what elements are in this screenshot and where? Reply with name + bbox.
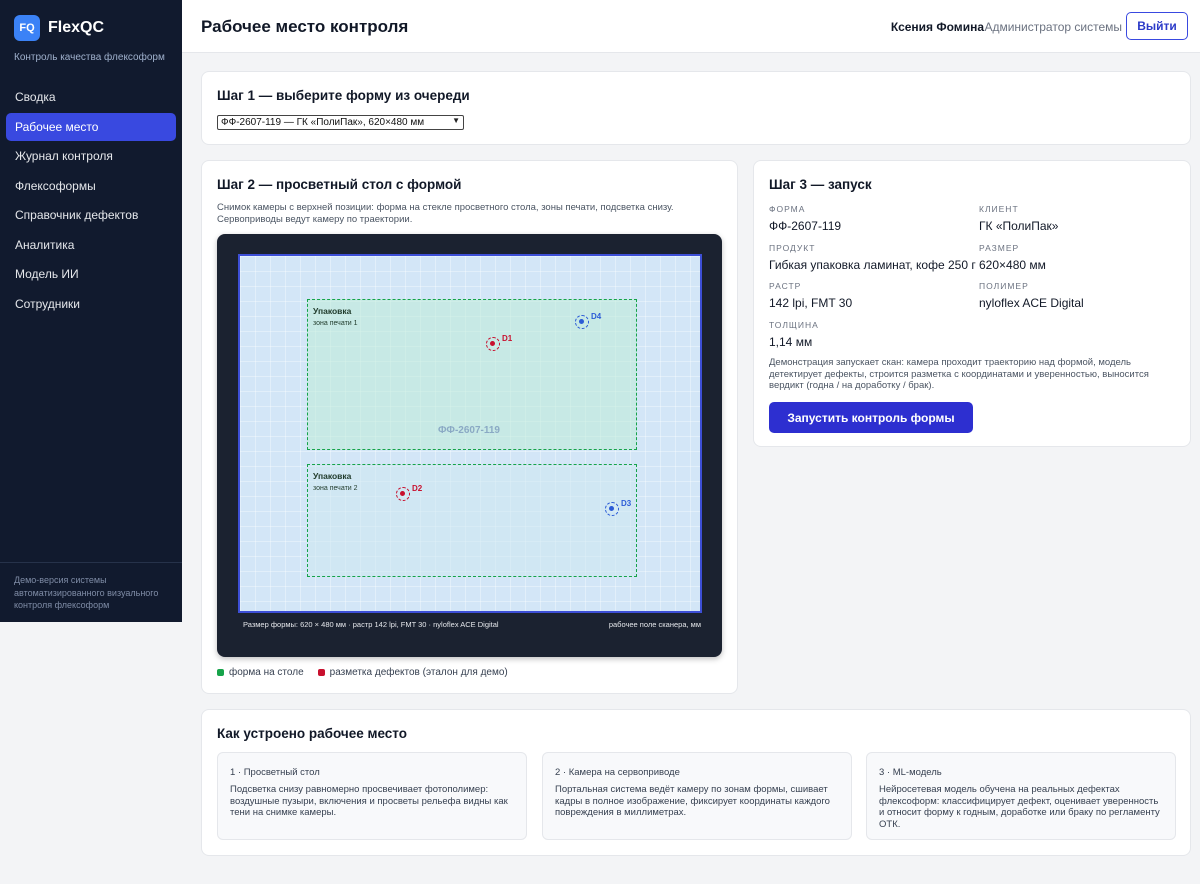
- brand[interactable]: FQ FlexQC: [14, 15, 104, 41]
- legend-swatch-green: [217, 669, 224, 676]
- lightbox-glass: Упаковка зона печати 1 Упаковка зона печ…: [238, 254, 702, 613]
- form-queue-select[interactable]: ФФ-2607-119 — ГК «ПолиПак», 620×480 мм ▼: [217, 115, 464, 130]
- app-name: FlexQC: [48, 19, 105, 36]
- defect-label-d2: D2: [412, 484, 423, 493]
- app-subtitle: Контроль качества флексоформ: [14, 52, 165, 63]
- sidebar-item-analytics[interactable]: Аналитика: [6, 231, 176, 259]
- sidebar-item-ai-model[interactable]: Модель ИИ: [6, 260, 176, 288]
- field-label: Продукт: [769, 243, 816, 253]
- how-card-lightbox: 1 · Просветный стол Подсветка снизу равн…: [217, 752, 527, 840]
- defect-marker-d4[interactable]: [575, 315, 589, 329]
- form-id-label: ФФ-2607-119: [438, 425, 500, 436]
- step2-description: Снимок камеры с верхней позиции: форма н…: [217, 202, 674, 225]
- defect-marker-d1[interactable]: [486, 337, 500, 351]
- sidebar: FQ FlexQC Контроль качества флексоформ С…: [0, 0, 182, 622]
- legend-swatch-red: [317, 669, 325, 676]
- top-header: Рабочее место контроля Ксения Фомина Адм…: [182, 0, 1200, 53]
- sidebar-item-log[interactable]: Журнал контроля: [6, 142, 176, 170]
- defect-marker-d3[interactable]: [605, 502, 619, 516]
- field-label: Форма: [769, 204, 806, 214]
- app-logo: FQ: [14, 15, 40, 41]
- how-card-camera: 2 · Камера на сервоприводе Портальная си…: [542, 752, 852, 840]
- zone-subtitle: зона печати 2: [313, 485, 358, 492]
- step1-title: Шаг 1 — выберите форму из очереди: [217, 88, 470, 103]
- field-value: 1,14 мм: [769, 335, 813, 349]
- field-form: Форма ФФ-2607-119: [769, 204, 841, 233]
- field-value: ФФ-2607-119: [769, 219, 842, 233]
- defect-label-d1: D1: [502, 334, 513, 343]
- legend-item-form: форма на столе: [217, 667, 304, 678]
- defect-marker-d2[interactable]: [396, 487, 410, 501]
- field-client: Клиент ГК «ПолиПак»: [979, 204, 1058, 233]
- sidebar-item-flexoforms[interactable]: Флексоформы: [6, 172, 176, 200]
- step3-note: Демонстрация запускает скан: камера прох…: [769, 357, 1149, 391]
- how-card-title: 3 · ML-модель: [879, 767, 942, 778]
- field-label: Размер: [979, 243, 1020, 253]
- field-label: Клиент: [979, 204, 1019, 214]
- sidebar-item-defects[interactable]: Справочник дефектов: [6, 201, 176, 229]
- print-zone-2: Упаковка зона печати 2: [307, 464, 637, 577]
- sidebar-nav: Сводка Рабочее место Журнал контроля Фле…: [6, 83, 176, 319]
- sidebar-item-staff[interactable]: Сотрудники: [6, 290, 176, 318]
- field-value: ГК «ПолиПак»: [979, 219, 1059, 233]
- step2-card: Шаг 2 — просветный стол с формой Снимок …: [201, 160, 738, 694]
- how-card-ml-model: 3 · ML-модель Нейросетевая модель обучен…: [866, 752, 1176, 840]
- field-label: Растр: [769, 281, 802, 291]
- user-name: Ксения Фомина: [890, 20, 984, 34]
- field-size: Размер 620×480 мм: [979, 243, 1046, 272]
- sidebar-item-summary[interactable]: Сводка: [6, 83, 176, 111]
- sidebar-item-workplace[interactable]: Рабочее место: [6, 112, 176, 141]
- step3-card: Шаг 3 — запуск Форма ФФ-2607-119 Клиент …: [753, 160, 1191, 447]
- field-value: 142 lpi, FMT 30: [769, 296, 853, 310]
- logout-button[interactable]: Выйти: [1126, 12, 1188, 40]
- field-label: Полимер: [979, 281, 1029, 291]
- sidebar-footer: Демо-версия системы автоматизированного …: [0, 562, 182, 612]
- defect-label-d4: D4: [591, 312, 602, 321]
- scanner-footer-units: рабочее поле сканера, мм: [608, 620, 701, 629]
- form-queue-selected-value: ФФ-2607-119 — ГК «ПолиПак», 620×480 мм: [221, 117, 425, 128]
- field-value: Гибкая упаковка ламинат, кофе 250 г: [769, 258, 976, 272]
- field-raster: Растр 142 lpi, FMT 30: [769, 281, 852, 310]
- how-title: Как устроено рабочее место: [217, 726, 407, 741]
- how-card-title: 1 · Просветный стол: [230, 767, 320, 778]
- legend-item-defects: разметка дефектов (эталон для демо): [317, 667, 508, 678]
- field-label: Толщина: [769, 320, 819, 330]
- field-polymer: Полимер nyloflex ACE Digital: [979, 281, 1084, 310]
- zone-title: Упаковка: [313, 471, 352, 481]
- field-product: Продукт Гибкая упаковка ламинат, кофе 25…: [769, 243, 976, 272]
- field-value: nyloflex ACE Digital: [979, 296, 1084, 310]
- zone-subtitle: зона печати 1: [313, 320, 358, 327]
- field-value: 620×480 мм: [979, 258, 1046, 272]
- scanner-footer-info: Размер формы: 620 × 480 мм · растр 142 l…: [243, 620, 499, 629]
- scanner-footer: Размер формы: 620 × 480 мм · растр 142 l…: [243, 620, 701, 629]
- legend-label: форма на столе: [229, 667, 304, 678]
- how-card-text: Портальная система ведёт камеру по зонам…: [555, 784, 830, 818]
- run-inspection-button[interactable]: Запустить контроль формы: [769, 402, 973, 433]
- step1-card: Шаг 1 — выберите форму из очереди ФФ-260…: [201, 71, 1191, 145]
- step3-title: Шаг 3 — запуск: [769, 177, 872, 192]
- user-role: Администратор системы: [984, 20, 1122, 34]
- chevron-down-icon: ▼: [452, 116, 460, 125]
- how-card-text: Подсветка снизу равномерно просвечивает …: [230, 784, 508, 818]
- legend-label: разметка дефектов (эталон для демо): [329, 667, 508, 678]
- how-card-text: Нейросетевая модель обучена на реальных …: [879, 784, 1160, 830]
- defect-label-d3: D3: [621, 499, 632, 508]
- legend: форма на столе разметка дефектов (эталон…: [217, 667, 522, 678]
- field-thickness: Толщина 1,14 мм: [769, 320, 819, 349]
- step2-title: Шаг 2 — просветный стол с формой: [217, 177, 462, 192]
- zone-title: Упаковка: [313, 306, 352, 316]
- how-card-title: 2 · Камера на сервоприводе: [555, 767, 680, 778]
- page-title: Рабочее место контроля: [201, 17, 409, 36]
- scanner-view: Упаковка зона печати 1 Упаковка зона печ…: [217, 234, 722, 657]
- how-it-works-card: Как устроено рабочее место 1 · Просветны…: [201, 709, 1191, 856]
